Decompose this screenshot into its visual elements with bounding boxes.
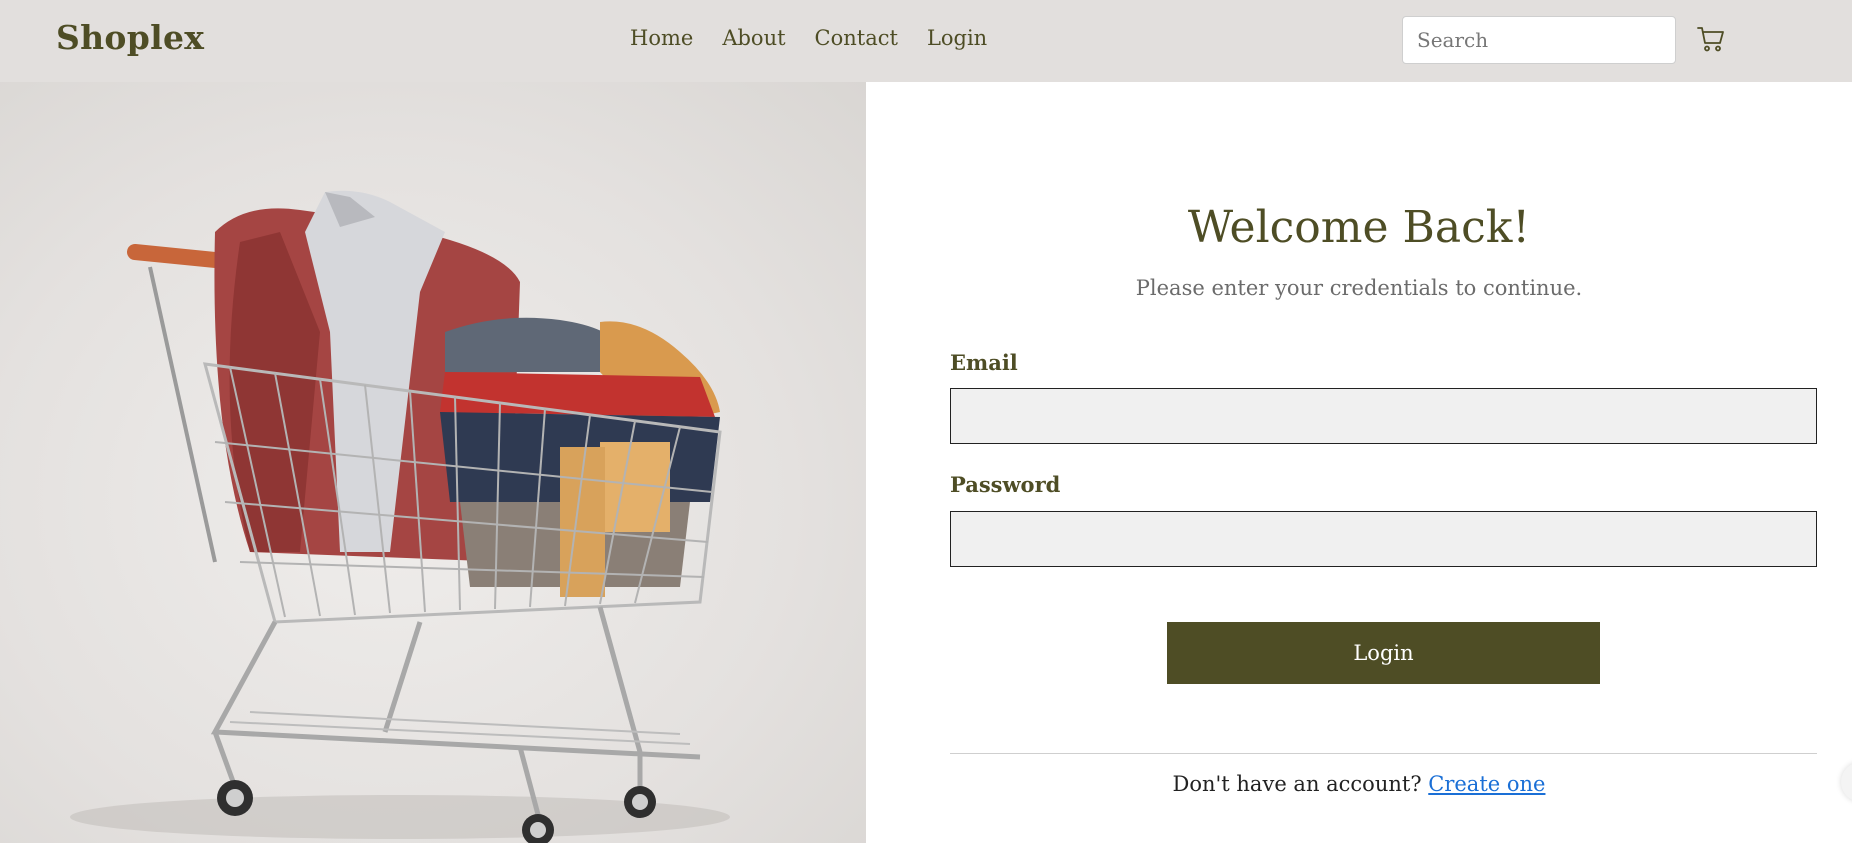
- nav-link-login[interactable]: Login: [927, 26, 987, 50]
- email-field[interactable]: [950, 388, 1817, 444]
- nav-link-home[interactable]: Home: [630, 26, 693, 50]
- login-panel: Welcome Back! Please enter your credenti…: [866, 82, 1852, 843]
- hero-image: [0, 82, 866, 843]
- search-input[interactable]: [1402, 16, 1676, 64]
- signup-text: Don't have an account?: [1172, 772, 1422, 796]
- signup-prompt: Don't have an account? Create one: [866, 772, 1852, 796]
- nav-link-contact[interactable]: Contact: [815, 26, 898, 50]
- login-button[interactable]: Login: [1167, 622, 1600, 684]
- divider: [950, 753, 1817, 754]
- password-field[interactable]: [950, 511, 1817, 567]
- main-nav: Home About Contact Login: [630, 26, 1016, 50]
- top-header: Shoplex Home About Contact Login: [0, 0, 1852, 82]
- nav-link-about[interactable]: About: [722, 26, 785, 50]
- floating-widget[interactable]: [1841, 762, 1852, 802]
- email-label: Email: [950, 350, 1018, 375]
- create-account-link[interactable]: Create one: [1428, 772, 1545, 796]
- password-label: Password: [950, 472, 1061, 497]
- page-title: Welcome Back!: [1187, 202, 1531, 253]
- cart-icon[interactable]: [1696, 24, 1726, 54]
- brand-logo[interactable]: Shoplex: [56, 18, 204, 57]
- page-subtitle: Please enter your credentials to continu…: [1135, 276, 1583, 300]
- shopping-cart-illustration: [70, 190, 730, 843]
